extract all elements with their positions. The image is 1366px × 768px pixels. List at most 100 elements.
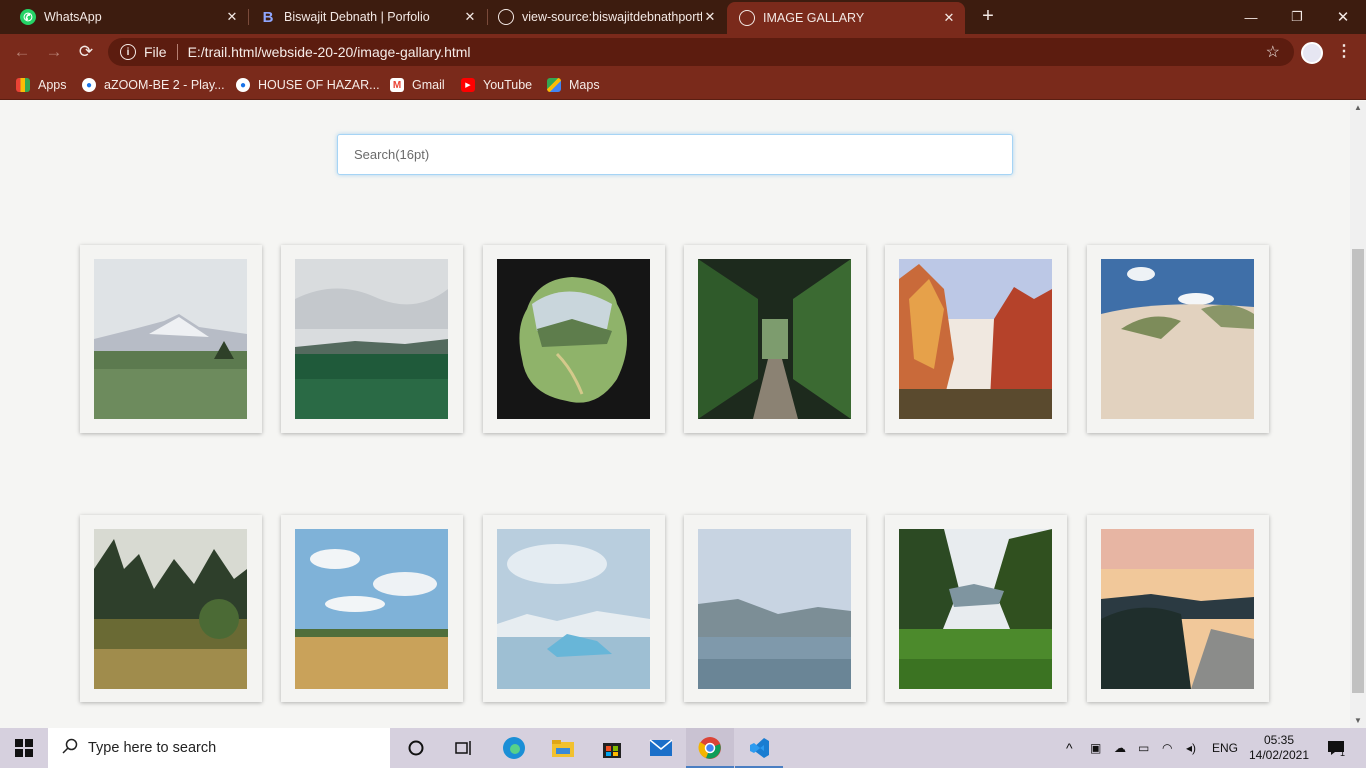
reload-icon[interactable]: ⟳ [76,42,96,62]
photo-forest-path[interactable] [698,259,851,419]
photo-jungle-valley-image [899,529,1052,689]
photo-pine-garden[interactable] [94,529,247,689]
mail-icon[interactable] [637,728,685,768]
scroll-up-icon[interactable]: ▲ [1350,101,1366,115]
photo-jungle-valley[interactable] [899,529,1052,689]
forward-arrow-icon[interactable]: → [44,42,64,62]
photo-forest-path-image [698,259,851,419]
edge-browser-icon[interactable] [490,728,538,768]
tab-title: WhatsApp [44,10,102,24]
notification-center-icon[interactable]: 1 [1322,728,1350,768]
restore-icon[interactable]: ❐ [1274,0,1320,34]
photo-misty-lake[interactable] [698,529,851,689]
gallery-card[interactable] [684,515,866,702]
show-hidden-icons-icon[interactable]: ^ [1066,728,1073,768]
gallery-card[interactable] [80,515,262,702]
bookmark-maps[interactable]: Maps [547,76,600,94]
notification-count: 1 [1340,748,1346,758]
bookmark-label: YouTube [483,78,533,92]
scrollbar-thumb[interactable] [1352,249,1364,693]
scroll-down-icon[interactable]: ▼ [1350,714,1366,728]
photo-pine-garden-image [94,529,247,689]
language-indicator[interactable]: ENG [1212,728,1238,768]
photo-iceberg-lake[interactable] [497,529,650,689]
new-tab-button[interactable]: + [978,6,998,26]
menu-kebab-icon[interactable]: ⋮ [1334,42,1354,62]
globe-icon [498,9,514,25]
bookmark-star-icon[interactable]: ☆ [1266,42,1280,62]
bookmark-gmail[interactable]: M Gmail [390,76,445,94]
tab-title: Biswajit Debnath | Porfolio [284,10,430,24]
photo-green-field[interactable] [295,259,448,419]
bookmark-azoom[interactable]: ● aZOOM-BE 2 - Play... [82,76,225,94]
photo-cave-valley[interactable] [497,259,650,419]
scrollbar[interactable]: ▲ ▼ [1350,101,1366,728]
whatsapp-icon: ✆ [20,9,36,25]
circle-logo-icon: ● [82,78,96,92]
cortana-icon[interactable] [392,728,440,768]
tab-whatsapp[interactable]: ✆ WhatsApp ✕ [0,0,248,34]
gallery-card[interactable] [483,515,665,702]
address-bar[interactable]: i File E:/trail.html/webside-20-20/image… [108,38,1294,66]
vscode-icon[interactable] [735,728,783,768]
meet-now-icon[interactable]: ▣ [1090,728,1101,768]
gallery-card[interactable] [684,245,866,433]
photo-sand-dunes-image [1101,259,1254,419]
windows-start-icon[interactable] [0,728,48,768]
bookmark-label: Gmail [412,78,445,92]
gallery-card[interactable] [885,515,1067,702]
chrome-icon[interactable] [686,728,734,768]
search-icon [62,738,78,759]
photo-red-canyon[interactable] [899,259,1052,419]
globe-icon [739,10,755,26]
close-window-icon[interactable]: ✕ [1320,0,1366,34]
photo-sunset-coast[interactable] [1101,529,1254,689]
minimize-icon[interactable]: — [1228,0,1274,34]
gallery-card[interactable] [1087,245,1269,433]
clock-date: 14/02/2021 [1248,748,1310,762]
gallery-card[interactable] [281,245,463,433]
profile-avatar[interactable] [1301,42,1323,64]
onedrive-icon[interactable]: ☁ [1114,728,1126,768]
clock-time: 05:35 [1263,733,1295,747]
gallery-card[interactable] [885,245,1067,433]
bookmark-house-of-hazar[interactable]: ● HOUSE OF HAZAR... [236,76,380,94]
tab-portfolio[interactable]: B Biswajit Debnath | Porfolio ✕ [240,0,486,34]
close-tab-icon[interactable]: ✕ [941,10,957,26]
photo-hay-field-image [295,529,448,689]
wifi-icon[interactable]: ◠ [1162,728,1172,768]
b-icon: B [262,8,274,26]
file-explorer-icon[interactable] [539,728,587,768]
url-text[interactable]: E:/trail.html/webside-20-20/image-gallar… [188,44,471,60]
taskbar-search-box[interactable]: Type here to search [48,728,390,768]
gallery-card[interactable] [1087,515,1269,702]
gallery-card[interactable] [281,515,463,702]
photo-green-field-image [295,259,448,419]
clock[interactable]: 05:35 14/02/2021 [1244,728,1314,768]
bookmark-youtube[interactable]: ▶ YouTube [461,76,532,94]
photo-sand-dunes[interactable] [1101,259,1254,419]
tab-title: view-source:biswajitdebnathportfolio [522,10,702,24]
close-tab-icon[interactable]: ✕ [462,9,478,25]
store-icon[interactable] [588,728,636,768]
photo-hay-field[interactable] [295,529,448,689]
gallery-card[interactable] [483,245,665,433]
task-view-icon[interactable] [440,728,488,768]
battery-icon[interactable]: ▭ [1138,728,1149,768]
gallery-card[interactable] [80,245,262,433]
info-icon[interactable]: i [120,44,136,60]
tab-view-source[interactable]: view-source:biswajitdebnathportfolio ✕ [478,0,726,34]
volume-icon[interactable]: ◂) [1186,728,1196,768]
close-tab-icon[interactable]: ✕ [702,9,718,25]
circle-logo-icon: ● [236,78,250,92]
back-arrow-icon[interactable]: ← [12,42,32,62]
photo-mountain-meadow[interactable] [94,259,247,419]
tab-image-gallary[interactable]: IMAGE GALLARY ✕ [727,2,965,34]
gmail-icon: M [390,78,404,92]
photo-cave-valley-image [497,259,650,419]
tab-strip: ✆ WhatsApp ✕ B Biswajit Debnath | Porfol… [0,0,1366,34]
search-input[interactable] [337,134,1013,175]
close-tab-icon[interactable]: ✕ [224,9,240,25]
bookmark-apps[interactable]: Apps [16,76,67,94]
windows-taskbar: Type here to search ^ ▣ ☁ ▭ ◠ ◂) ENG 05:… [0,728,1366,768]
